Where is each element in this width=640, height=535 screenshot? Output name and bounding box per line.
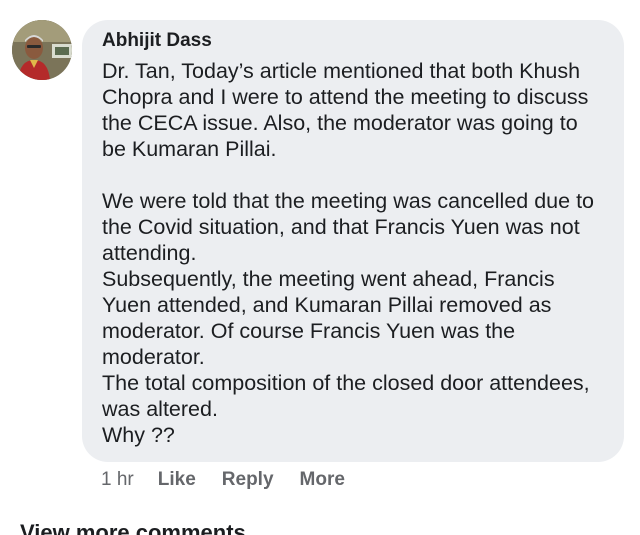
comment-thread: Abhijit Dass Dr. Tan, Today’s article me… xyxy=(0,0,640,535)
reply-button[interactable]: Reply xyxy=(222,469,274,491)
like-button[interactable]: Like xyxy=(158,469,196,491)
view-more-comments-link[interactable]: View more comments xyxy=(20,520,246,535)
comment-paragraph: Why ?? xyxy=(102,423,175,447)
avatar[interactable] xyxy=(12,20,72,80)
comment-paragraph: We were told that the meeting was cancel… xyxy=(102,189,595,265)
comment-bubble: Abhijit Dass Dr. Tan, Today’s article me… xyxy=(82,20,624,462)
comment-paragraph: The total composition of the closed door… xyxy=(102,371,590,421)
comment-paragraph: Subsequently, the meeting went ahead, Fr… xyxy=(102,267,555,369)
more-button[interactable]: More xyxy=(300,469,345,491)
comment-timestamp[interactable]: 1 hr xyxy=(101,469,134,491)
comment-paragraph: Dr. Tan, Today’s article mentioned that … xyxy=(102,59,589,161)
comment-actions: 1 hr Like Reply More xyxy=(101,468,371,492)
profile-photo-icon xyxy=(12,20,72,80)
comment-author[interactable]: Abhijit Dass xyxy=(102,30,606,52)
